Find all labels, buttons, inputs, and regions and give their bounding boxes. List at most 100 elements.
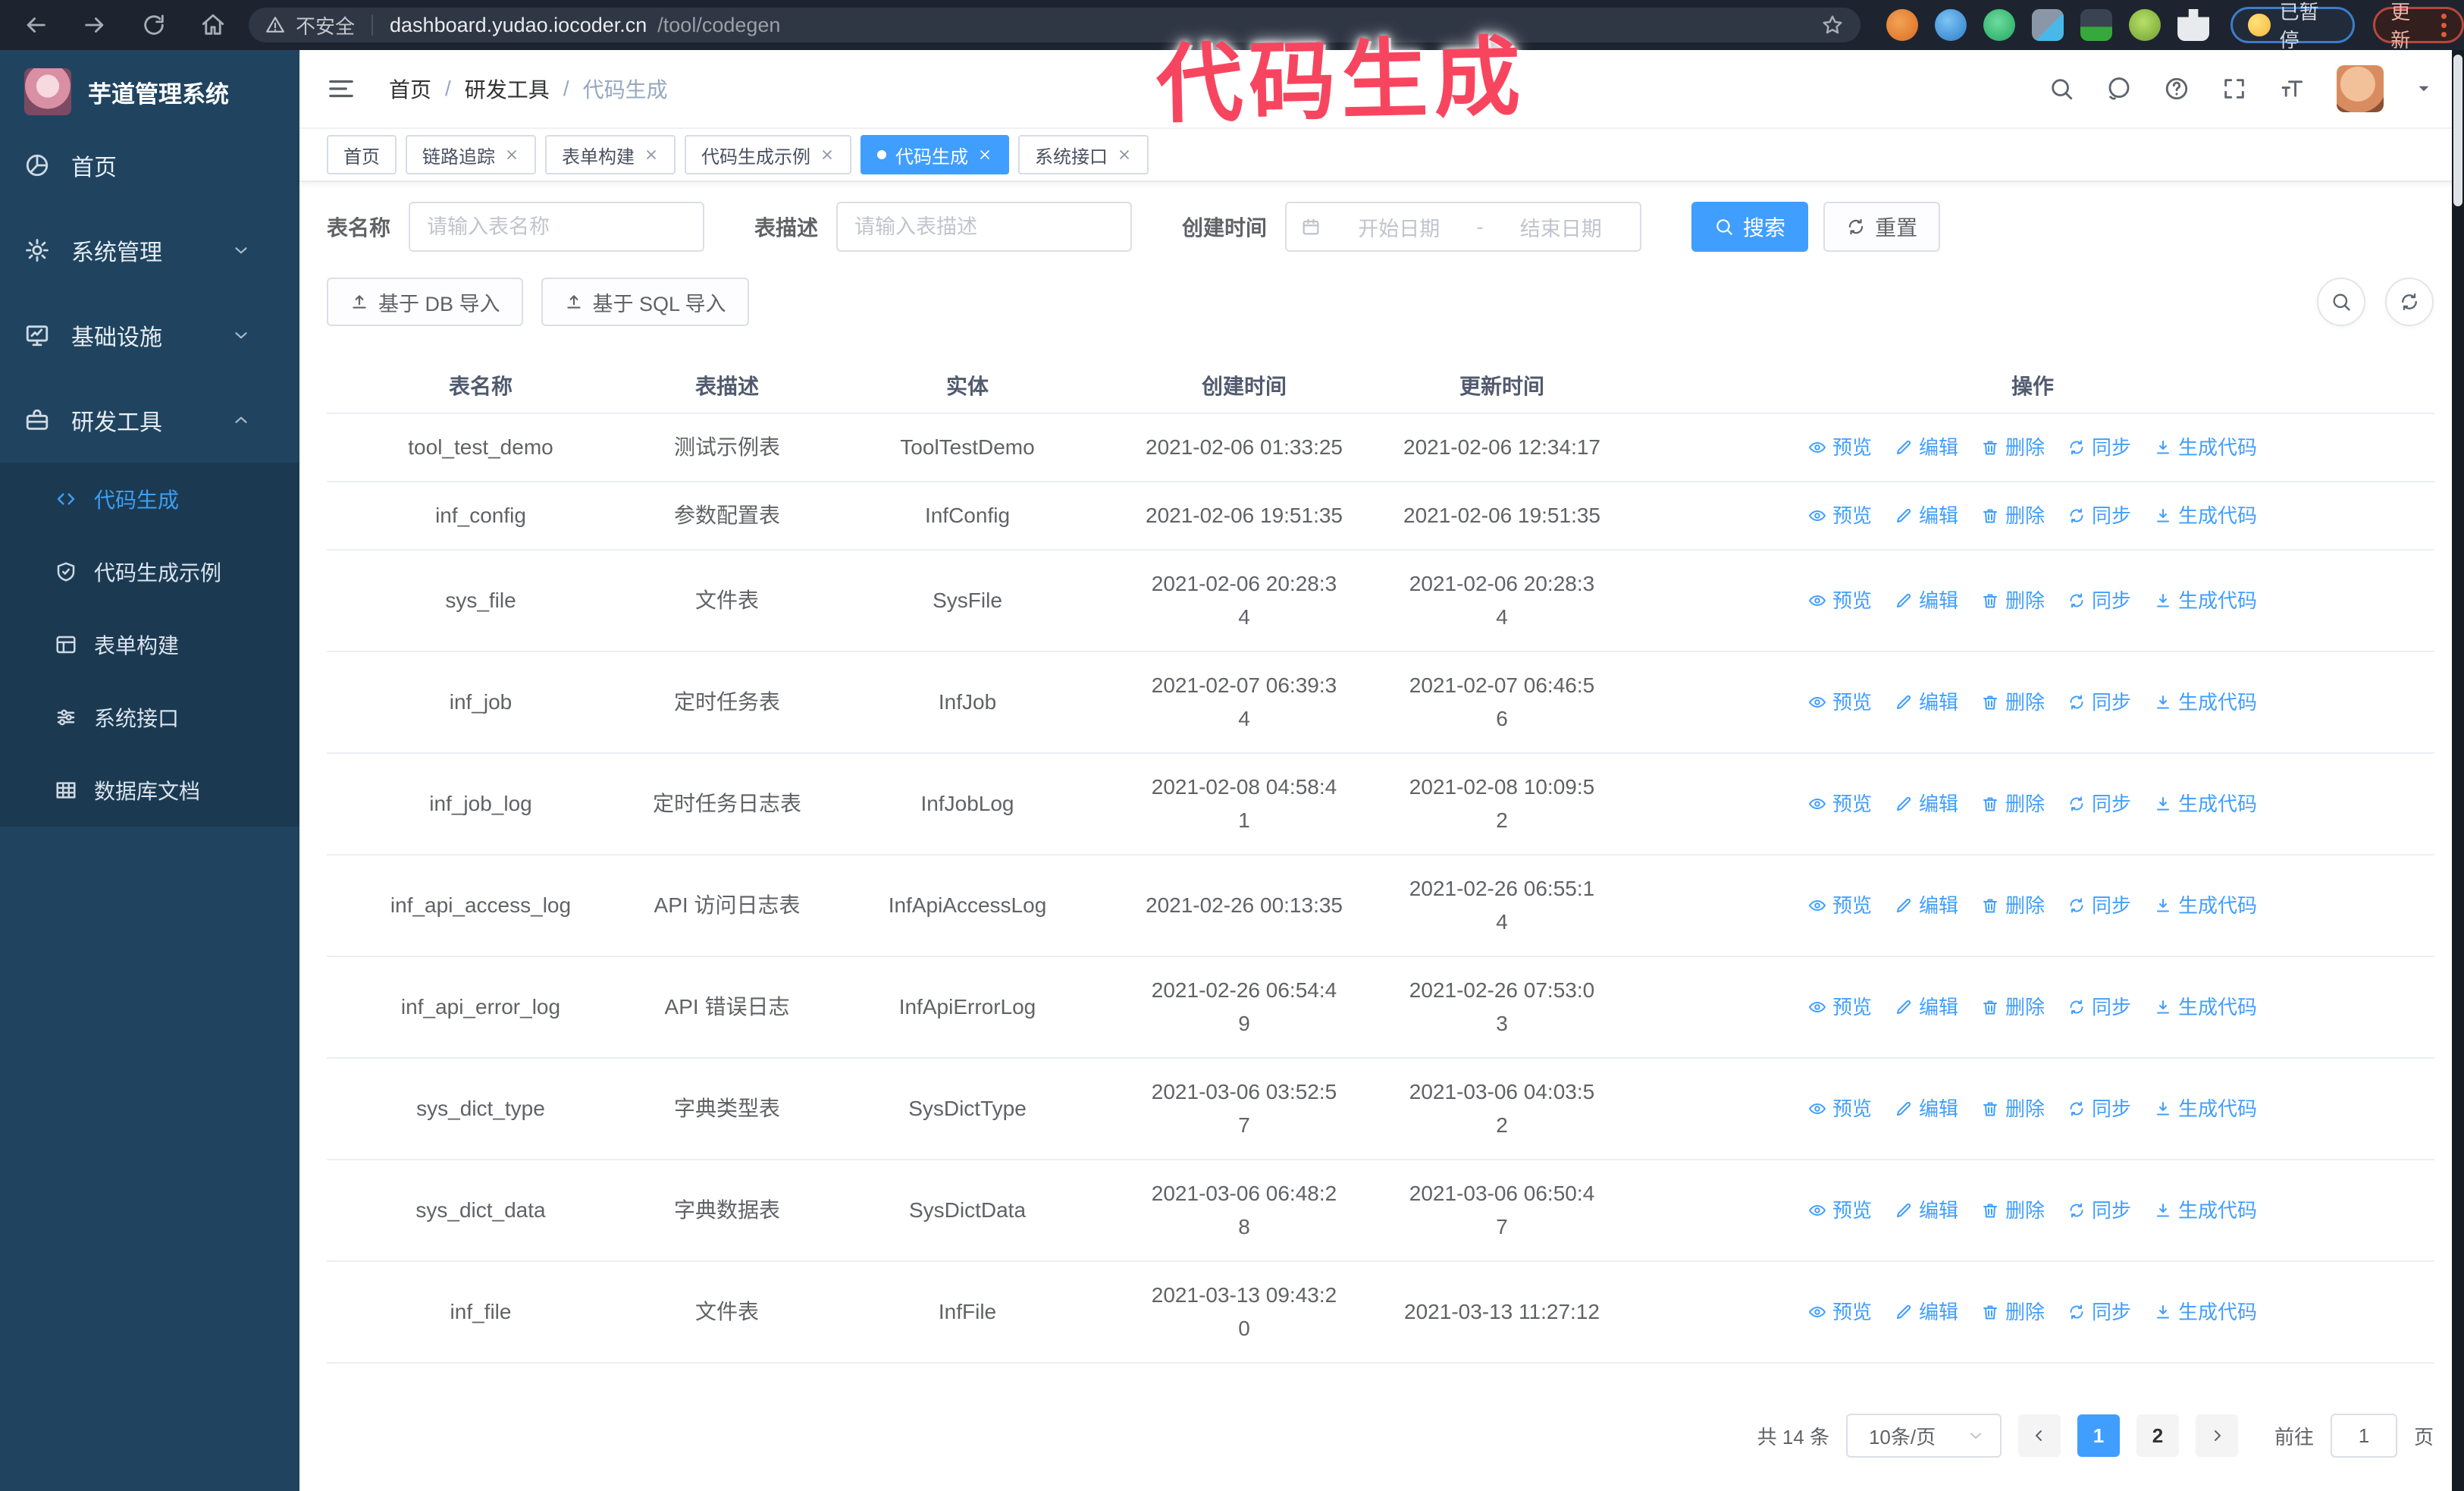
sidebar-item-4[interactable]: 研发工具: [0, 378, 299, 463]
scrollbar-thumb[interactable]: [2453, 55, 2462, 206]
edit-action[interactable]: 编辑: [1895, 1092, 1958, 1125]
sidebar-item-2[interactable]: 系统管理: [0, 208, 299, 293]
github-icon[interactable]: [2106, 76, 2132, 102]
page-scrollbar[interactable]: [2452, 50, 2464, 1491]
submenu-item-3[interactable]: 表单构建: [0, 608, 299, 681]
sync-action[interactable]: 同步: [2067, 787, 2131, 821]
browser-reload-button[interactable]: [141, 12, 167, 38]
sidebar-item-1[interactable]: 首页: [0, 123, 299, 208]
preview-action[interactable]: 预览: [1808, 1194, 1872, 1227]
tab-系统接口[interactable]: 系统接口: [1018, 135, 1149, 174]
edit-action[interactable]: 编辑: [1895, 499, 1958, 532]
user-avatar[interactable]: [2337, 65, 2384, 112]
delete-action[interactable]: 删除: [1981, 499, 2045, 532]
goto-page-input[interactable]: [2330, 1414, 2397, 1458]
toggle-search-button[interactable]: [2317, 278, 2365, 326]
preview-action[interactable]: 预览: [1808, 1092, 1872, 1125]
tab-close-icon[interactable]: [977, 147, 992, 162]
delete-action[interactable]: 删除: [1981, 1092, 2045, 1125]
extension-icon[interactable]: [1983, 9, 2016, 41]
generate-code-action[interactable]: 生成代码: [2154, 990, 2257, 1024]
edit-action[interactable]: 编辑: [1895, 990, 1958, 1024]
sync-action[interactable]: 同步: [2067, 1194, 2131, 1227]
preview-action[interactable]: 预览: [1808, 787, 1872, 821]
tab-close-icon[interactable]: [644, 147, 659, 162]
delete-action[interactable]: 删除: [1981, 1295, 2045, 1329]
help-icon[interactable]: [2164, 76, 2190, 102]
page-number-2[interactable]: 2: [2136, 1414, 2179, 1457]
submenu-item-1[interactable]: 代码生成: [0, 463, 299, 535]
generate-code-action[interactable]: 生成代码: [2154, 499, 2257, 532]
tab-链路追踪[interactable]: 链路追踪: [406, 135, 536, 174]
import-db-button[interactable]: 基于 DB 导入: [327, 278, 523, 326]
page-size-select[interactable]: 10条/页: [1845, 1414, 2002, 1458]
preview-action[interactable]: 预览: [1808, 499, 1872, 532]
extension-icon[interactable]: [2080, 9, 2113, 41]
tab-close-icon[interactable]: [504, 147, 519, 162]
import-sql-button[interactable]: 基于 SQL 导入: [541, 278, 749, 326]
sidebar-item-3[interactable]: 基础设施: [0, 293, 299, 378]
sync-action[interactable]: 同步: [2067, 431, 2131, 464]
browser-forward-button[interactable]: [82, 12, 108, 38]
edit-action[interactable]: 编辑: [1895, 686, 1958, 719]
edit-action[interactable]: 编辑: [1895, 889, 1958, 922]
browser-home-button[interactable]: [200, 12, 226, 38]
delete-action[interactable]: 删除: [1981, 686, 2045, 719]
search-button[interactable]: 搜索: [1691, 202, 1809, 252]
bookmark-star-icon[interactable]: [1821, 14, 1844, 36]
tab-close-icon[interactable]: [1117, 147, 1132, 162]
generate-code-action[interactable]: 生成代码: [2154, 686, 2257, 719]
extensions-puzzle-icon[interactable]: [2177, 9, 2210, 41]
delete-action[interactable]: 删除: [1981, 1194, 2045, 1227]
delete-action[interactable]: 删除: [1981, 431, 2045, 464]
generate-code-action[interactable]: 生成代码: [2154, 584, 2257, 617]
browser-update-button[interactable]: 更新: [2373, 1, 2464, 52]
refresh-table-button[interactable]: [2385, 278, 2434, 326]
header-search-icon[interactable]: [2049, 76, 2074, 102]
generate-code-action[interactable]: 生成代码: [2154, 1295, 2257, 1329]
sync-action[interactable]: 同步: [2067, 499, 2131, 532]
date-range-picker[interactable]: 开始日期 - 结束日期: [1285, 202, 1642, 252]
extension-icon[interactable]: [2032, 9, 2064, 41]
delete-action[interactable]: 删除: [1981, 990, 2045, 1024]
sync-action[interactable]: 同步: [2067, 1092, 2131, 1125]
submenu-item-5[interactable]: 数据库文档: [0, 754, 299, 827]
extension-icon[interactable]: [1935, 9, 1967, 41]
tab-首页[interactable]: 首页: [327, 135, 397, 174]
sync-action[interactable]: 同步: [2067, 584, 2131, 617]
breadcrumb-item[interactable]: 首页: [389, 74, 431, 104]
page-number-1[interactable]: 1: [2077, 1414, 2120, 1457]
address-bar[interactable]: 不安全 dashboard.yudao.iocoder.cn/tool/code…: [249, 8, 1861, 42]
delete-action[interactable]: 删除: [1981, 584, 2045, 617]
avatar-caret-icon[interactable]: [2415, 80, 2432, 97]
edit-action[interactable]: 编辑: [1895, 787, 1958, 821]
edit-action[interactable]: 编辑: [1895, 1194, 1958, 1227]
prev-page-button[interactable]: [2017, 1414, 2061, 1457]
sync-action[interactable]: 同步: [2067, 990, 2131, 1024]
generate-code-action[interactable]: 生成代码: [2154, 1092, 2257, 1125]
fullscreen-icon[interactable]: [2221, 76, 2247, 102]
delete-action[interactable]: 删除: [1981, 787, 2045, 821]
generate-code-action[interactable]: 生成代码: [2154, 431, 2257, 464]
preview-action[interactable]: 预览: [1808, 990, 1872, 1024]
profile-paused-chip[interactable]: 已暂停: [2230, 1, 2356, 52]
tab-表单构建[interactable]: 表单构建: [545, 135, 676, 174]
tab-代码生成示例[interactable]: 代码生成示例: [685, 135, 851, 174]
edit-action[interactable]: 编辑: [1895, 431, 1958, 464]
submenu-item-2[interactable]: 代码生成示例: [0, 535, 299, 608]
sync-action[interactable]: 同步: [2067, 1295, 2131, 1329]
hamburger-icon[interactable]: [327, 74, 356, 103]
preview-action[interactable]: 预览: [1808, 431, 1872, 464]
tab-代码生成[interactable]: 代码生成: [861, 135, 1009, 174]
submenu-item-4[interactable]: 系统接口: [0, 681, 299, 754]
preview-action[interactable]: 预览: [1808, 584, 1872, 617]
next-page-button[interactable]: [2195, 1414, 2238, 1457]
edit-action[interactable]: 编辑: [1895, 584, 1958, 617]
extension-icon[interactable]: [1886, 9, 1919, 41]
table-desc-input[interactable]: [836, 202, 1133, 252]
breadcrumb-item[interactable]: 研发工具: [465, 74, 550, 104]
browser-back-button[interactable]: [23, 12, 49, 38]
generate-code-action[interactable]: 生成代码: [2154, 889, 2257, 922]
font-size-icon[interactable]: [2279, 76, 2305, 102]
browser-menu-icon[interactable]: [2441, 13, 2447, 37]
